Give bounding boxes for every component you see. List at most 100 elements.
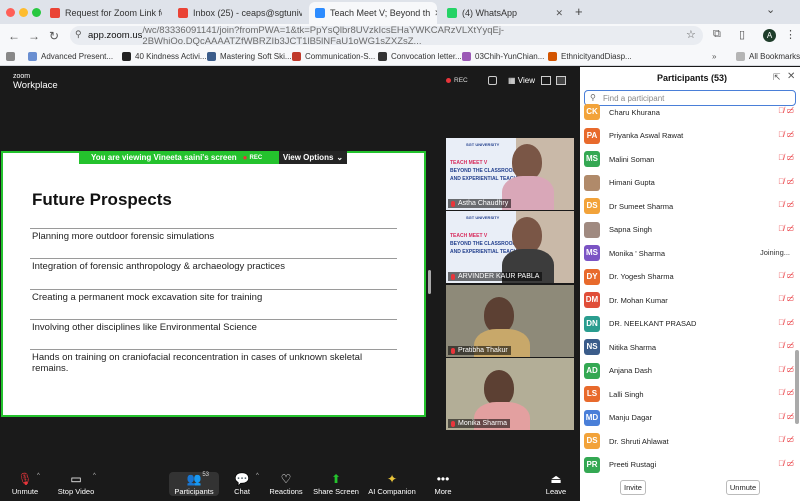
invite-button[interactable]: Invite [620,480,646,495]
view-options-button[interactable]: View Options ⌄ [279,151,347,164]
apps-icon[interactable] [6,52,15,61]
video-off-icon: ▭̸ [786,106,794,115]
participant-name: Preeti Rustagi [609,460,657,469]
close-tab-icon[interactable]: ✕ [551,8,563,19]
browser-tab[interactable]: (4) WhatsApp ✕ [441,2,569,24]
participant-row[interactable]: MD Manju Dagar 🎙̸ ▭̸ [584,408,794,428]
ai-companion-button[interactable]: ✦ AI Companion [367,472,417,496]
reactions-button[interactable]: ♡ Reactions [267,472,305,496]
fullscreen-icon[interactable] [556,76,566,85]
security-icon[interactable] [488,76,497,85]
video-off-icon: ▭̸ [786,176,794,186]
participants-button[interactable]: 👥 53 Participants [169,472,219,496]
leave-button[interactable]: ⏏ Leave [542,472,570,496]
bookmark-item[interactable]: EthnicityandDiasp... [548,52,632,61]
participant-row[interactable]: PR Preeti Rustagi 🎙̸ ▭̸ [584,455,794,475]
participant-row[interactable]: DN DR. NEELKANT PRASAD 🎙̸ ▭̸ [584,314,794,334]
maximize-window-icon[interactable] [32,8,41,17]
participant-row[interactable]: DS Dr Sumeet Sharma 🎙̸ ▭̸ [584,196,794,216]
minimize-window-icon[interactable] [19,8,28,17]
profile-avatar[interactable]: A [763,29,776,42]
video-tile[interactable]: SGT UNIVERSITY TEACH MEET V BEYOND THE CLA… [446,211,574,283]
bookmark-item[interactable]: Communication-S... [292,52,375,61]
mute-all-button[interactable]: Unmute [726,480,760,495]
participant-name: Astha Chaudhry [458,200,509,207]
resize-handle[interactable] [428,270,431,294]
participant-row[interactable]: PA Priyanka Aswal Rawat 🎙̸ ▭̸ [584,126,794,146]
participant-row[interactable]: CK Charu Khurana 🎙̸ ▭̸ [584,102,794,122]
address-bar[interactable]: ⚲ app.zoom.us/wc/83336091141/join?fromPW… [70,24,703,47]
view-label: View [517,76,535,85]
zoom-workplace-label: Workplace [13,80,58,91]
participant-row[interactable]: DY Dr. Yogesh Sharma 🎙̸ ▭̸ [584,267,794,287]
toolbar-caret-icon[interactable]: ^ [256,473,259,479]
browser-menu-icon[interactable]: ⋮ [785,28,796,41]
participant-row[interactable]: AD Anjana Dash 🎙̸ ▭̸ [584,361,794,381]
participant-row[interactable]: MS Monika ' Sharma Joining... [584,243,794,263]
participant-row[interactable]: MS Malini Soman 🎙̸ ▭̸ [584,149,794,169]
forward-icon[interactable]: → [24,29,44,43]
participant-row[interactable]: DS Dr. Shruti Ahlawat 🎙̸ ▭̸ [584,431,794,451]
video-tile[interactable]: Monika Sharma [446,358,574,430]
participant-row[interactable]: Himani Gupta 🎙̸ ▭̸ [584,173,794,193]
browser-tab[interactable]: Inbox (25) - ceaps@sgtunive✕ [172,2,302,24]
view-grid-icon: ▦ [508,76,518,85]
mic-muted-icon [451,200,455,207]
close-tab-icon[interactable]: ✕ [430,8,437,19]
bookmark-item[interactable]: Convocation letter... [378,52,462,61]
video-off-icon: ▭̸ [786,435,794,444]
more-button[interactable]: ••• More [430,472,456,496]
participant-row[interactable]: DM Dr. Mohan Kumar 🎙̸ ▭̸ [584,290,794,310]
view-button[interactable]: ▦ View [508,76,535,85]
recording-label: REC [454,77,468,84]
chat-button[interactable]: 💬 Chat [228,472,256,496]
participant-row[interactable]: NS Nitika Sharma 🎙̸ ▭̸ [584,337,794,357]
avatar: CK [584,104,600,120]
bookmark-favicon-icon [28,52,37,61]
bookmark-label: Advanced Present... [41,52,114,61]
participant-name: Himani Gupta [609,178,655,187]
bookmark-item[interactable]: 03Chih-YunChian... [462,52,544,61]
tab-favicon-icon [447,8,457,18]
video-off-icon: ▭̸ [786,364,794,374]
slide-bullet: Involving other disciplines like Environ… [32,322,257,333]
mic-muted-icon: 🎙̸ [778,129,785,139]
browser-tab[interactable]: Request for Zoom Link for Te✕ [44,2,162,24]
reload-icon[interactable]: ↻ [44,29,64,43]
pop-out-icon[interactable]: ⇱ [773,72,781,83]
site-info-icon[interactable]: ⚲ [75,29,82,40]
close-panel-icon[interactable]: ✕ [787,71,795,82]
poster-org: SGT UNIVERSITY [466,142,500,147]
video-off-icon: ▭̸ [786,270,794,280]
slide-bullet: Integration of forensic anthropology & a… [32,261,285,272]
more-bookmarks-icon[interactable]: » [712,52,716,61]
bookmark-item[interactable]: Mastering Soft Ski... [207,52,292,61]
sidebar-icon[interactable]: ▯ [739,28,745,41]
participant-row[interactable]: Sapna Singh 🎙̸ ▭̸ [584,220,794,240]
bookmark-star-icon[interactable]: ☆ [686,28,696,41]
bookmark-item[interactable]: Advanced Present... [28,52,113,61]
participants-scrollbar[interactable] [795,350,799,424]
tab-search-icon[interactable]: ⌄ [766,3,775,16]
video-tile[interactable]: Pratibha Thakur [446,285,574,357]
browser-tab[interactable]: Teach Meet V; Beyond th✕ [309,2,437,24]
all-bookmarks-link[interactable]: All Bookmarks [736,52,800,61]
participant-row[interactable]: LS Lalli Singh 🎙̸ ▭̸ [584,384,794,404]
minimize-meeting-icon[interactable] [541,76,551,85]
mic-muted-icon: 🎙̸ [778,200,785,209]
video-tile[interactable]: SGT UNIVERSITY TEACH MEET V BEYOND THE CLA… [446,138,574,210]
new-tab-button[interactable]: + [575,4,583,19]
back-icon[interactable]: ← [4,29,24,43]
toolbar-caret-icon[interactable]: ^ [93,473,96,479]
video-off-icon: ▭̸ [786,341,794,350]
stop-video-button[interactable]: ▭ Stop Video [54,472,98,496]
video-off-icon: ▭̸ [786,411,794,421]
close-window-icon[interactable] [6,8,15,17]
extensions-icon[interactable]: ⧉ [713,28,721,41]
recording-indicator[interactable]: REC [446,77,468,84]
video-icon: ▭ [70,472,82,486]
url-path: /wc/83336091141/join?fromPWA=1&tk=PpYsQl… [142,24,505,47]
share-screen-button[interactable]: ⬆ Share Screen [312,472,360,496]
bookmark-item[interactable]: 40 Kindness Activi... [122,52,207,61]
toolbar-caret-icon[interactable]: ^ [37,473,40,479]
